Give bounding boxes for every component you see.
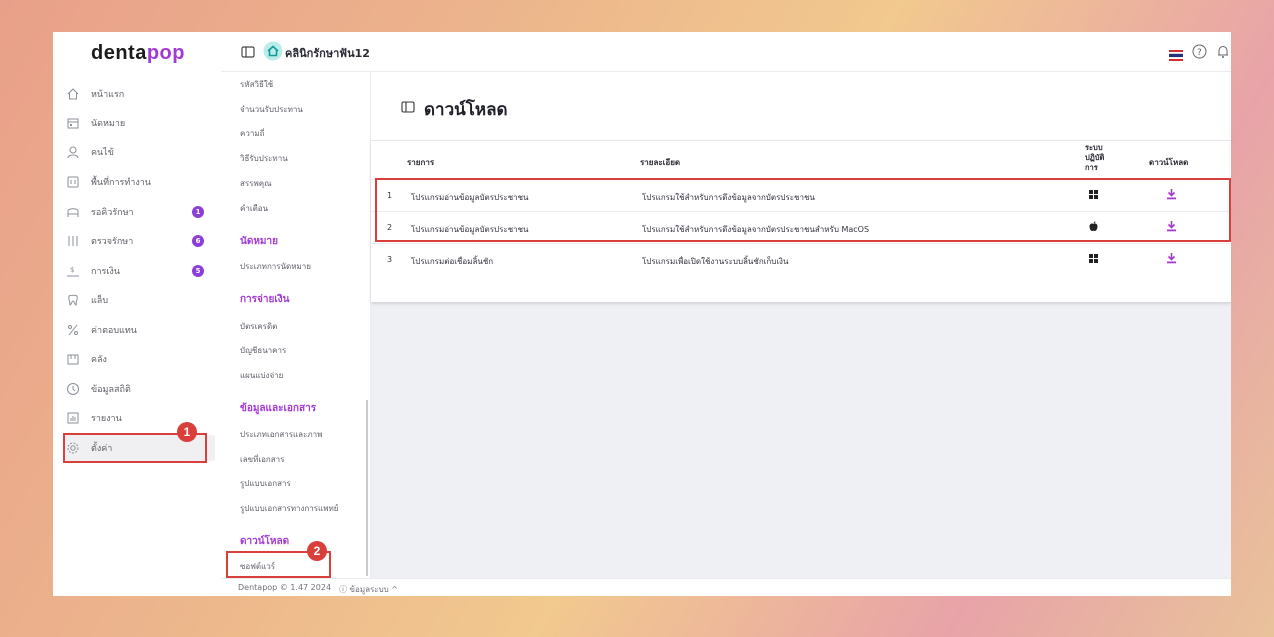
row-number: 3	[387, 255, 393, 264]
submenu-item-doc-number[interactable]: เลขที่เอกสาร	[240, 453, 284, 466]
submenu-item-dose[interactable]: จำนวนรับประทาน	[240, 103, 303, 116]
dentapop-logo[interactable]: dentapop	[91, 42, 185, 65]
clinic-home-icon	[263, 41, 283, 65]
windows-icon	[1089, 254, 1098, 265]
download-icon[interactable]	[1166, 252, 1177, 266]
submenu-item-frequency[interactable]: ความถี่	[240, 127, 264, 140]
column-header-name: รายการ	[407, 158, 435, 167]
home-icon	[65, 86, 81, 102]
sidebar-item-compensation[interactable]: ค่าตอบแทน	[65, 317, 215, 343]
submenu-item-doc-format[interactable]: รูปแบบเอกสาร	[240, 477, 291, 490]
submenu-header-documents: ข้อมูลและเอกสาร	[240, 403, 317, 414]
step-2-badge: 2	[307, 541, 327, 561]
app-window: dentapop หน้าแรก นัดหมาย คนไข้ พื้นที่กา…	[53, 32, 1231, 596]
column-header-download: ดาวน์โหลด	[1149, 158, 1189, 167]
sidebar-item-finance[interactable]: $ การเงิน 5	[65, 258, 215, 284]
submenu-item-properties[interactable]: สรรพคุณ	[240, 177, 272, 190]
treatment-count-badge: 6	[192, 235, 204, 247]
footer: Dentapop © 1.47 2024 ⓘ ข้อมูลระบบ ^	[221, 578, 1231, 596]
finance-count-badge: 5	[192, 265, 204, 277]
user-icon	[65, 144, 81, 160]
step-1-badge: 1	[177, 422, 197, 442]
tools-icon	[65, 233, 81, 249]
sidebar-item-queue[interactable]: รอคิวรักษา 1	[65, 199, 215, 225]
submenu-item-credit-card[interactable]: บัตรเครดิต	[240, 320, 277, 333]
version-text: Dentapop © 1.47 2024	[238, 583, 332, 592]
sidebar-item-home[interactable]: หน้าแรก	[65, 81, 215, 107]
sidebar-toggle-icon[interactable]	[241, 44, 255, 63]
submenu-header-appointment: นัดหมาย	[240, 236, 278, 247]
page-header: ดาวน์โหลด	[371, 72, 1231, 140]
statistics-icon	[65, 381, 81, 397]
settings-submenu: รหัสวิธีใช้ จำนวนรับประทาน ความถี่ วิธีร…	[221, 72, 371, 578]
report-icon	[65, 410, 81, 426]
submenu-header-download: ดาวน์โหลด	[240, 536, 290, 547]
top-bar: คลินิกรักษาฟัน12 ?	[221, 32, 1231, 72]
submenu-item-bank-account[interactable]: บัญชีธนาคาร	[240, 344, 286, 357]
submenu-header-payment: การจ่ายเงิน	[240, 294, 290, 305]
chair-icon	[65, 204, 81, 220]
column-header-os: ระบบ ปฏิบัติ การ	[1085, 143, 1105, 172]
sidebar-item-statistics[interactable]: ข้อมูลสถิติ	[65, 376, 215, 402]
column-header-detail: รายละเอียด	[640, 158, 681, 167]
sidebar-item-lab[interactable]: แล็บ	[65, 287, 215, 313]
help-icon[interactable]: ?	[1192, 44, 1207, 63]
percent-icon	[65, 322, 81, 338]
submenu-scrollbar[interactable]	[366, 400, 368, 576]
submenu-item-warning[interactable]: คำเตือน	[240, 202, 268, 215]
submenu-item-medical-doc-format[interactable]: รูปแบบเอกสารทางการแพทย์	[240, 502, 338, 515]
submenu-item-usage-code[interactable]: รหัสวิธีใช้	[240, 78, 273, 91]
submenu-item-doc-types[interactable]: ประเภทเอกสารและภาพ	[240, 428, 322, 441]
bell-icon[interactable]	[1216, 44, 1230, 63]
system-info-link[interactable]: ⓘ ข้อมูลระบบ ^	[339, 583, 398, 596]
rows-highlight-box	[375, 178, 1231, 242]
row-name: โปรแกรมต่อเชื่อมลิ้นชัก	[411, 257, 494, 266]
main-content: ดาวน์โหลด รายการ รายละเอียด ระบบ ปฏิบัติ…	[371, 72, 1231, 578]
sidebar-item-inventory[interactable]: คลัง	[65, 346, 215, 372]
money-icon: $	[65, 263, 81, 279]
submenu-item-method[interactable]: วิธีรับประทาน	[240, 152, 288, 165]
workspace-icon	[65, 174, 81, 190]
page-title: ดาวน์โหลด	[424, 100, 508, 120]
clinic-name[interactable]: คลินิกรักษาฟัน12	[285, 44, 370, 62]
tooth-icon	[65, 292, 81, 308]
sidebar-item-appointment[interactable]: นัดหมาย	[65, 110, 215, 136]
row-detail: โปรแกรมเพื่อเปิดใช้งานระบบลิ้นชักเก็บเงิ…	[642, 257, 789, 266]
thai-flag-icon[interactable]	[1169, 46, 1183, 65]
sidebar: dentapop หน้าแรก นัดหมาย คนไข้ พื้นที่กา…	[53, 32, 221, 596]
sidebar-item-patient[interactable]: คนไข้	[65, 139, 215, 165]
queue-count-badge: 1	[192, 206, 204, 218]
sidebar-item-workspace[interactable]: พื้นที่การทำงาน	[65, 169, 215, 195]
svg-text:?: ?	[1197, 48, 1202, 58]
download-page-icon	[401, 99, 415, 118]
svg-text:$: $	[70, 266, 74, 274]
submenu-item-installment[interactable]: แผนแบ่งจ่าย	[240, 369, 283, 382]
table-row: 3 โปรแกรมต่อเชื่อมลิ้นชัก โปรแกรมเพื่อเป…	[371, 243, 1231, 275]
inventory-icon	[65, 351, 81, 367]
submenu-item-appointment-type[interactable]: ประเภทการนัดหมาย	[240, 260, 311, 273]
calendar-icon	[65, 115, 81, 131]
sidebar-item-treatment[interactable]: ตรวจรักษา 6	[65, 228, 215, 254]
